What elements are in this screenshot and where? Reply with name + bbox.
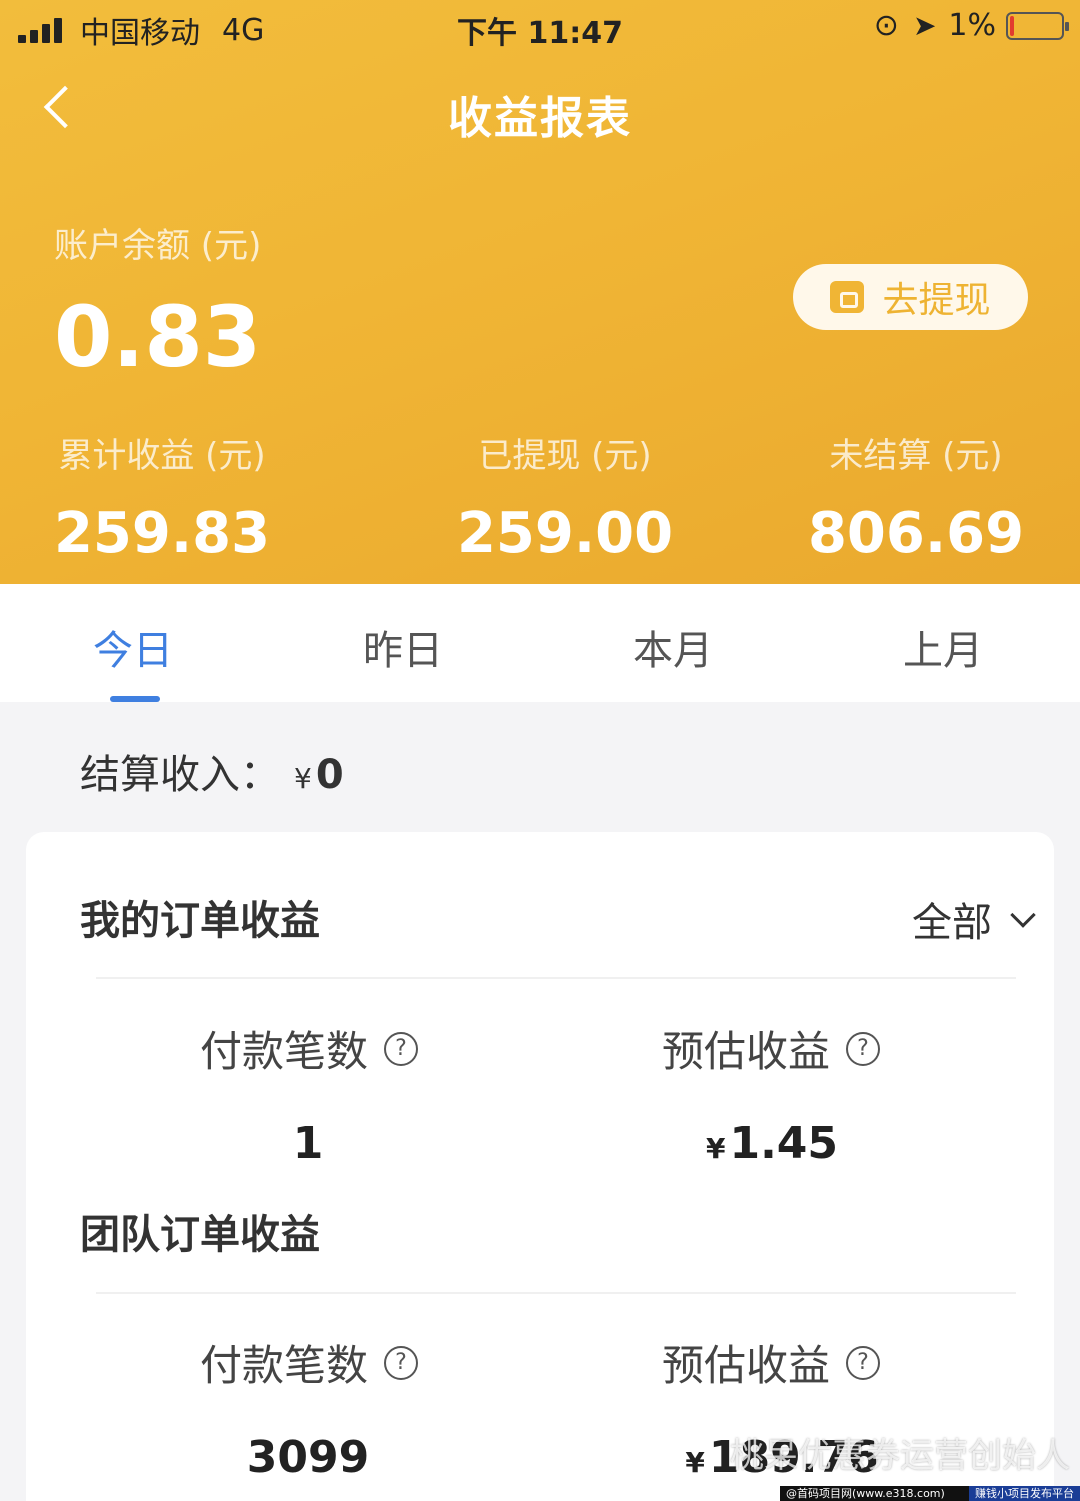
team-orders-title: 团队订单收益 [80,1212,320,1258]
stat-label: 累计收益 (元) [58,436,266,476]
chevron-down-icon [1010,902,1036,928]
team-payment-count: 3099 [246,1432,370,1483]
stat-withdrawn: 已提现 (元) 259.00 [405,428,725,566]
currency-symbol: ¥ [705,1132,726,1165]
balance-value: 0.83 [54,288,262,386]
wallet-icon [830,281,865,313]
stat-unsettled: 未结算 (元) 806.69 [756,428,1076,566]
stat-value: 259.00 [456,501,674,566]
divider [96,1292,1016,1294]
stat-label: 已提现 (元) [478,436,652,476]
page-title: 收益报表 [448,93,632,144]
metric-label-text: 预估收益 [662,1027,831,1076]
settlement-label: 结算收入： [80,752,280,798]
weibo-watermark: 桃呆优惠券运营创始人 [730,1436,1070,1476]
tab-active-indicator [110,696,160,702]
metric-label-text: 付款笔数 [200,1341,369,1390]
help-icon[interactable]: ? [384,1345,419,1380]
team-estimated-earnings-label: 预估收益 ? [662,1332,881,1393]
metric-label-text: 预估收益 [662,1341,831,1390]
currency-symbol: ¥ [294,762,312,795]
currency-symbol: ¥ [685,1446,705,1479]
my-payment-count: 1 [292,1118,324,1169]
footer-right: 赚钱小项目发布平台 [969,1486,1080,1501]
status-right: ⊙ ➤ 1% [873,8,1069,43]
earnings-amount: 1.45 [729,1118,839,1169]
nav-bar: 收益报表 [0,60,1080,160]
withdraw-button[interactable]: 去提现 [793,264,1028,330]
stat-value: 806.69 [807,501,1025,566]
my-payment-count-label: 付款笔数 ? [200,1018,419,1079]
tab-yesterday[interactable]: 昨日 [293,618,513,676]
status-bar: 中国移动 4G 下午 11:47 ⊙ ➤ 1% [0,0,1080,56]
tab-this-month[interactable]: 本月 [563,618,783,676]
earnings-header: 中国移动 4G 下午 11:47 ⊙ ➤ 1% 收益报表 账户余额 (元) 0.… [0,0,1080,584]
help-icon[interactable]: ? [846,1345,881,1380]
page: 中国移动 4G 下午 11:47 ⊙ ➤ 1% 收益报表 账户余额 (元) 0.… [0,0,1080,1501]
help-icon[interactable]: ? [846,1031,881,1066]
divider [96,977,1016,979]
rotation-lock-icon: ⊙ [873,8,899,43]
balance-label: 账户余额 (元) [54,226,262,266]
my-estimated-earnings: ¥1.45 [672,1118,872,1169]
withdraw-label: 去提现 [882,280,991,321]
filter-label: 全部 [912,900,992,946]
team-payment-count-label: 付款笔数 ? [200,1332,419,1393]
source-footer: @首码项目网(www.e318.com) 赚钱小项目发布平台 [780,1486,1080,1501]
stat-label: 未结算 (元) [829,436,1003,476]
tab-today[interactable]: 今日 [23,618,243,676]
metric-label-text: 付款笔数 [200,1027,369,1076]
tab-last-month[interactable]: 上月 [833,618,1053,676]
stat-value: 259.83 [53,501,271,566]
my-estimated-earnings-label: 预估收益 ? [662,1018,881,1079]
stat-total-earnings: 累计收益 (元) 259.83 [2,428,322,566]
filter-dropdown[interactable]: 全部 [912,890,1036,948]
battery-percent: 1% [948,8,996,43]
battery-icon [1006,11,1069,40]
settlement-amount: 0 [315,752,344,798]
footer-left: @首码项目网(www.e318.com) [780,1486,969,1501]
help-icon[interactable]: ? [384,1031,419,1066]
location-icon: ➤ [912,9,937,42]
order-earnings-card: 我的订单收益 全部 付款笔数 ? 预估收益 ? 1 ¥1.45 团队订单收益 付… [26,832,1054,1501]
my-orders-title: 我的订单收益 [80,898,320,944]
period-tabs: 今日 昨日 本月 上月 [0,584,1080,702]
settlement-income: 结算收入： ¥ 0 [80,742,344,800]
